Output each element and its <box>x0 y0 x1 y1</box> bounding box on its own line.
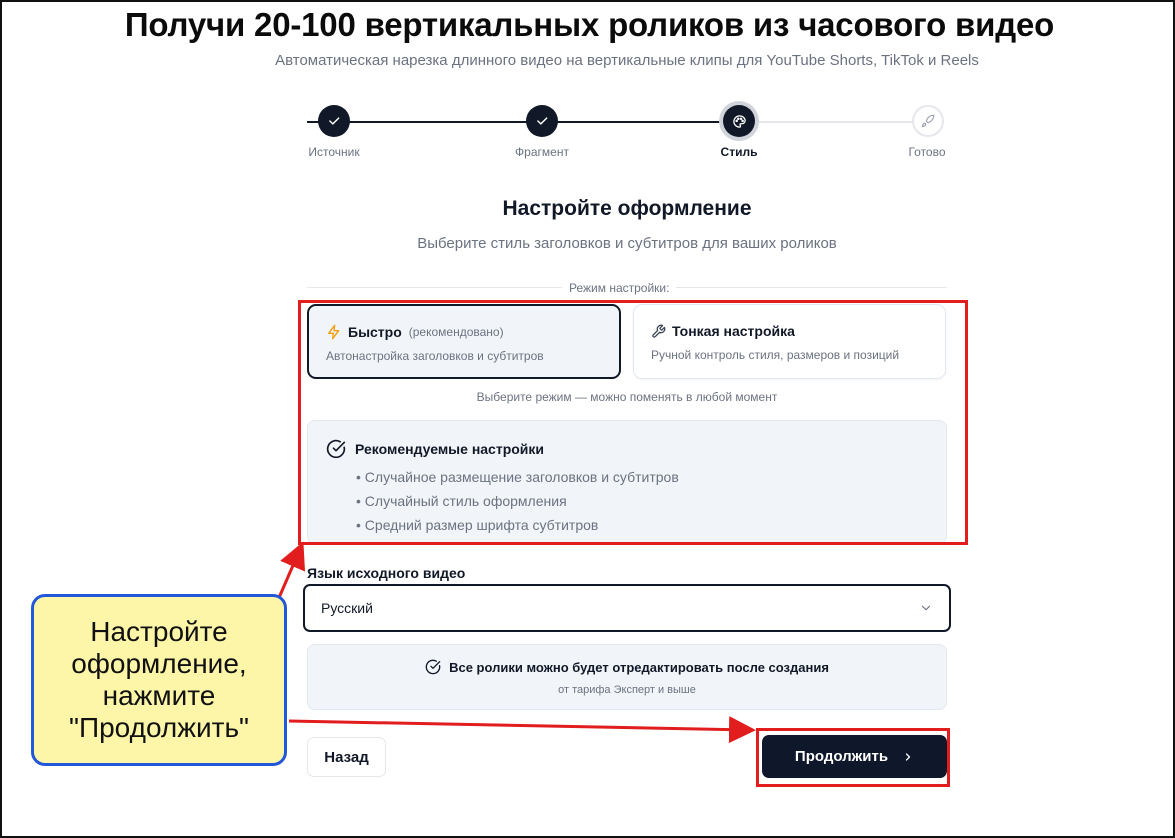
mode-label: Режим настройки: <box>562 281 677 295</box>
highlight-box-mode <box>298 300 968 545</box>
check-icon <box>535 114 549 128</box>
stepper-progress-line <box>307 121 739 123</box>
section-subtitle: Выберите стиль заголовков и субтитров дл… <box>417 235 837 252</box>
step-done-circle[interactable] <box>912 105 944 137</box>
edit-info-panel: Все ролики можно будет отредактировать п… <box>307 644 947 710</box>
check-circle-icon <box>425 659 441 675</box>
step-style-label: Стиль <box>720 145 758 159</box>
callout-line: нажмите <box>102 680 216 711</box>
check-icon <box>327 114 341 128</box>
edit-info-title: Все ролики можно будет отредактировать п… <box>449 659 829 675</box>
back-button[interactable]: Назад <box>307 737 386 777</box>
step-fragment-label: Фрагмент <box>515 145 569 159</box>
annotation-callout: Настройте оформление, нажмите "Продолжит… <box>31 594 287 766</box>
language-label: Язык исходного видео <box>307 565 466 581</box>
callout-line: "Продолжить" <box>69 712 249 743</box>
step-fragment-circle[interactable] <box>526 105 558 137</box>
palette-icon <box>732 114 747 129</box>
highlight-box-continue <box>756 728 950 787</box>
callout-line: Настройте <box>90 616 228 647</box>
language-select[interactable]: Русский <box>303 584 951 632</box>
step-source-label: Источник <box>308 145 360 159</box>
step-source-circle[interactable] <box>318 105 350 137</box>
step-done-label: Готово <box>908 145 946 159</box>
edit-info-subtitle: от тарифа Эксперт и выше <box>558 684 696 696</box>
arrow-to-continue <box>288 716 756 744</box>
page-title: Получи 20-100 вертикальных роликов из ча… <box>124 6 1055 43</box>
rocket-icon <box>921 114 935 128</box>
callout-line: оформление, <box>71 648 247 679</box>
arrow-to-mode <box>276 541 306 601</box>
section-title: Настройте оформление <box>502 197 752 220</box>
step-style-circle[interactable] <box>723 105 755 137</box>
language-select-value: Русский <box>321 600 373 616</box>
page-frame: Получи 20-100 вертикальных роликов из ча… <box>0 0 1175 838</box>
chevron-down-icon <box>919 601 933 615</box>
page-subtitle: Автоматическая нарезка длинного видео на… <box>275 52 979 69</box>
stepper-remaining-line <box>739 121 929 123</box>
